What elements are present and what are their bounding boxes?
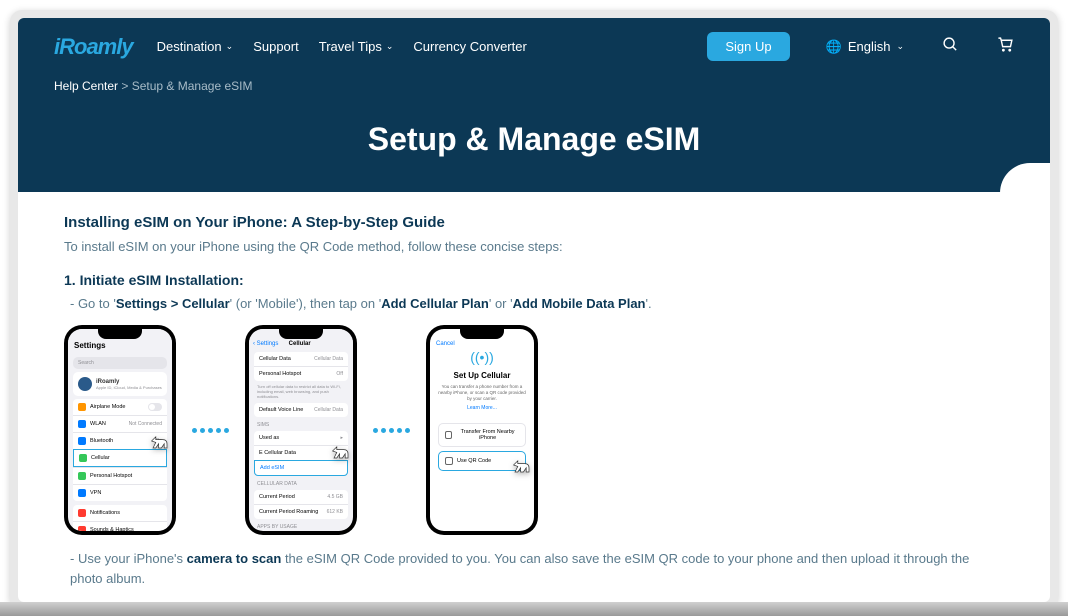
chevron-down-icon: ⌄ (226, 41, 234, 52)
search-icon[interactable] (942, 36, 959, 58)
chevron-down-icon: ⌄ (386, 41, 394, 52)
nav-currency[interactable]: Currency Converter (413, 39, 526, 54)
phone-screenshots: Settings Search iRoamlyApple ID, iCloud,… (64, 325, 1004, 535)
connector-dots (373, 428, 410, 433)
footer-instruction: - Use your iPhone's camera to scan the e… (70, 549, 1004, 588)
phone-mockup-cellular: ‹ SettingsCellular Cellular DataCellular… (245, 325, 357, 535)
nav-destination[interactable]: Destination⌄ (157, 39, 234, 54)
chevron-down-icon: ⌄ (896, 41, 904, 52)
page-header: iRoamly Destination⌄ Support Travel Tips… (18, 18, 1050, 192)
signup-button[interactable]: Sign Up (707, 32, 789, 61)
phone-mockup-setup: Cancel ((•)) Set Up Cellular You can tra… (426, 325, 538, 535)
breadcrumb-help[interactable]: Help Center (54, 79, 118, 93)
nav-support[interactable]: Support (253, 39, 299, 54)
nav-travel-tips[interactable]: Travel Tips⌄ (319, 39, 394, 54)
connector-dots (192, 428, 229, 433)
page-title: Setup & Manage eSIM (18, 103, 1050, 192)
logo[interactable]: iRoamly (54, 34, 133, 60)
cart-icon[interactable] (997, 36, 1014, 58)
laptop-frame: iRoamly Destination⌄ Support Travel Tips… (10, 10, 1058, 602)
breadcrumb-current: Setup & Manage eSIM (132, 79, 253, 93)
top-nav: iRoamly Destination⌄ Support Travel Tips… (18, 18, 1050, 75)
article-content: Installing eSIM on Your iPhone: A Step-b… (18, 192, 1050, 602)
guide-intro: To install eSIM on your iPhone using the… (64, 239, 1004, 254)
language-selector[interactable]: 🌐 English ⌄ (826, 39, 904, 55)
breadcrumb: Help Center > Setup & Manage eSIM (18, 75, 1050, 103)
globe-icon: 🌐 (826, 39, 842, 55)
step1-text: - Go to 'Settings > Cellular' (or 'Mobil… (70, 296, 1004, 311)
nav-links: Destination⌄ Support Travel Tips⌄ Curren… (157, 39, 527, 54)
step1-title: 1. Initiate eSIM Installation: (64, 272, 1004, 288)
phone-mockup-settings: Settings Search iRoamlyApple ID, iCloud,… (64, 325, 176, 535)
cellular-signal-icon: ((•)) (438, 349, 526, 365)
screen: iRoamly Destination⌄ Support Travel Tips… (18, 18, 1050, 602)
guide-heading: Installing eSIM on Your iPhone: A Step-b… (64, 214, 1004, 231)
